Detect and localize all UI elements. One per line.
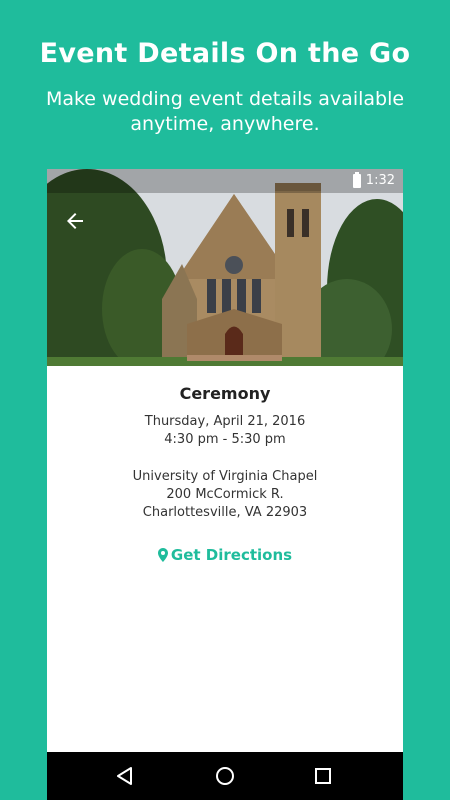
promo-title: Event Details On the Go bbox=[39, 38, 411, 69]
event-photo: 1:32 bbox=[47, 169, 403, 366]
status-time: 1:32 bbox=[365, 173, 395, 188]
get-directions-label: Get Directions bbox=[170, 546, 293, 564]
map-pin-icon bbox=[157, 548, 168, 566]
event-details-card: Ceremony Thursday, April 21, 2016 4:30 p… bbox=[47, 366, 403, 752]
status-bar: 1:32 bbox=[47, 169, 403, 193]
event-name: Ceremony bbox=[179, 384, 271, 403]
event-address-line1: 200 McCormick R. bbox=[166, 487, 284, 502]
square-recents-icon[interactable] bbox=[311, 764, 335, 788]
battery-icon bbox=[353, 172, 361, 188]
back-arrow-icon[interactable] bbox=[63, 209, 87, 233]
phone-frame: 1:32 Ceremony Thursday, April 21, 2016 4… bbox=[47, 169, 403, 800]
promo-subtitle: Make wedding event details available any… bbox=[45, 88, 405, 135]
event-time-range: 4:30 pm - 5:30 pm bbox=[164, 432, 286, 447]
event-venue: University of Virginia Chapel bbox=[132, 469, 318, 484]
circle-home-icon[interactable] bbox=[213, 764, 237, 788]
android-nav-bar bbox=[47, 752, 403, 800]
get-directions-link[interactable]: Get Directions bbox=[47, 546, 403, 566]
event-address-line2: Charlottesville, VA 22903 bbox=[142, 505, 308, 520]
triangle-back-icon[interactable] bbox=[113, 764, 137, 788]
event-date: Thursday, April 21, 2016 bbox=[144, 414, 306, 429]
